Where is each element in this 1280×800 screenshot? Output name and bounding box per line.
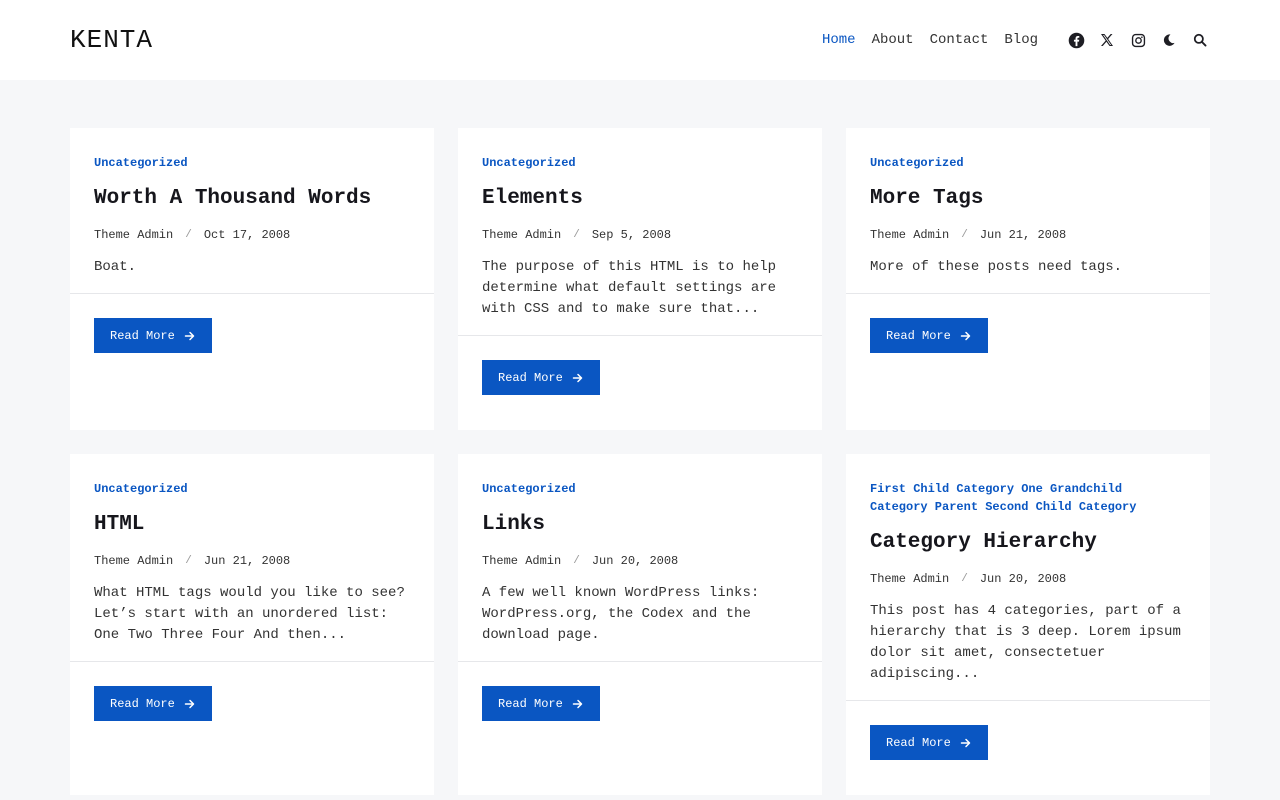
post-footer: Read More (70, 293, 434, 353)
post-author[interactable]: Theme Admin (482, 553, 561, 569)
post-meta: Theme Admin / Jun 20, 2008 (482, 553, 798, 569)
post-date: Oct 17, 2008 (203, 228, 291, 242)
post-author[interactable]: Theme Admin (482, 227, 561, 243)
post-meta: Theme Admin / Oct 17, 2008 (94, 227, 410, 243)
arrow-right-icon (960, 737, 972, 749)
post-excerpt: More of these posts need tags. (870, 259, 1123, 275)
post-excerpt: Boat. (94, 259, 137, 275)
moon-icon[interactable] (1159, 30, 1179, 50)
post-category[interactable]: Uncategorized (482, 154, 798, 172)
nav-blog[interactable]: Blog (1004, 32, 1038, 48)
site-logo[interactable]: KENTA (70, 27, 153, 53)
post-category[interactable]: Uncategorized (482, 480, 798, 498)
nav-about[interactable]: About (872, 32, 914, 48)
arrow-right-icon (184, 330, 196, 342)
arrow-right-icon (572, 372, 584, 384)
post-category[interactable]: Uncategorized (94, 480, 410, 498)
nav-contact[interactable]: Contact (930, 32, 989, 48)
read-more-button[interactable]: Read More (94, 318, 212, 353)
facebook-icon[interactable] (1066, 30, 1086, 50)
read-more-label: Read More (886, 735, 951, 750)
header-right: Home About Contact Blog (822, 30, 1210, 50)
read-more-button[interactable]: Read More (482, 686, 600, 721)
post-excerpt: This post has 4 categories, part of a hi… (870, 603, 1181, 682)
post-meta: Theme Admin / Jun 21, 2008 (870, 227, 1186, 243)
meta-separator: / (961, 573, 968, 585)
read-more-label: Read More (110, 696, 175, 711)
meta-separator: / (573, 555, 580, 567)
post-footer: Read More (458, 335, 822, 395)
post-title[interactable]: Worth A Thousand Words (94, 187, 410, 211)
post-title[interactable]: Category Hierarchy (870, 531, 1186, 555)
post-meta: Theme Admin / Jun 20, 2008 (870, 571, 1186, 587)
post-meta: Theme Admin / Jun 21, 2008 (94, 553, 410, 569)
post-footer: Read More (846, 700, 1210, 760)
search-icon[interactable] (1190, 30, 1210, 50)
post-title[interactable]: Elements (482, 187, 798, 211)
post-card: Uncategorized Links Theme Admin / Jun 20… (458, 454, 822, 795)
meta-separator: / (573, 229, 580, 241)
post-footer: Read More (458, 661, 822, 721)
main-nav: Home About Contact Blog (822, 32, 1054, 48)
post-author[interactable]: Theme Admin (870, 571, 949, 587)
x-twitter-icon[interactable] (1097, 30, 1117, 50)
post-author[interactable]: Theme Admin (94, 227, 173, 243)
post-footer: Read More (70, 661, 434, 721)
post-date: Jun 20, 2008 (591, 554, 679, 568)
nav-home[interactable]: Home (822, 32, 856, 48)
post-excerpt: The purpose of this HTML is to help dete… (482, 259, 777, 317)
post-excerpt: What HTML tags would you like to see? Le… (94, 585, 405, 643)
read-more-button[interactable]: Read More (94, 686, 212, 721)
post-date: Jun 20, 2008 (979, 572, 1067, 586)
post-date: Jun 21, 2008 (203, 554, 291, 568)
meta-separator: / (185, 229, 192, 241)
read-more-label: Read More (886, 328, 951, 343)
post-card: Uncategorized HTML Theme Admin / Jun 21,… (70, 454, 434, 795)
read-more-button[interactable]: Read More (482, 360, 600, 395)
post-category[interactable]: Uncategorized (870, 154, 1186, 172)
post-footer: Read More (846, 293, 1210, 353)
post-grid: Uncategorized Worth A Thousand Words The… (0, 80, 1280, 795)
read-more-label: Read More (110, 328, 175, 343)
post-card: Uncategorized Worth A Thousand Words The… (70, 128, 434, 430)
post-category[interactable]: First Child Category One Grandchild Cate… (870, 480, 1186, 516)
post-author[interactable]: Theme Admin (870, 227, 949, 243)
read-more-button[interactable]: Read More (870, 725, 988, 760)
read-more-label: Read More (498, 696, 563, 711)
arrow-right-icon (572, 698, 584, 710)
post-card: First Child Category One Grandchild Cate… (846, 454, 1210, 795)
post-author[interactable]: Theme Admin (94, 553, 173, 569)
post-title[interactable]: HTML (94, 513, 410, 537)
meta-separator: / (961, 229, 968, 241)
arrow-right-icon (960, 330, 972, 342)
post-title[interactable]: More Tags (870, 187, 1186, 211)
post-category[interactable]: Uncategorized (94, 154, 410, 172)
instagram-icon[interactable] (1128, 30, 1148, 50)
read-more-button[interactable]: Read More (870, 318, 988, 353)
site-header: KENTA Home About Contact Blog (0, 0, 1280, 80)
post-title[interactable]: Links (482, 513, 798, 537)
post-date: Jun 21, 2008 (979, 228, 1067, 242)
post-date: Sep 5, 2008 (591, 228, 672, 242)
meta-separator: / (185, 555, 192, 567)
arrow-right-icon (184, 698, 196, 710)
post-meta: Theme Admin / Sep 5, 2008 (482, 227, 798, 243)
post-card: Uncategorized Elements Theme Admin / Sep… (458, 128, 822, 430)
post-excerpt: A few well known WordPress links: WordPr… (482, 585, 760, 643)
post-card: Uncategorized More Tags Theme Admin / Ju… (846, 128, 1210, 430)
read-more-label: Read More (498, 370, 563, 385)
header-icons (1066, 30, 1210, 50)
